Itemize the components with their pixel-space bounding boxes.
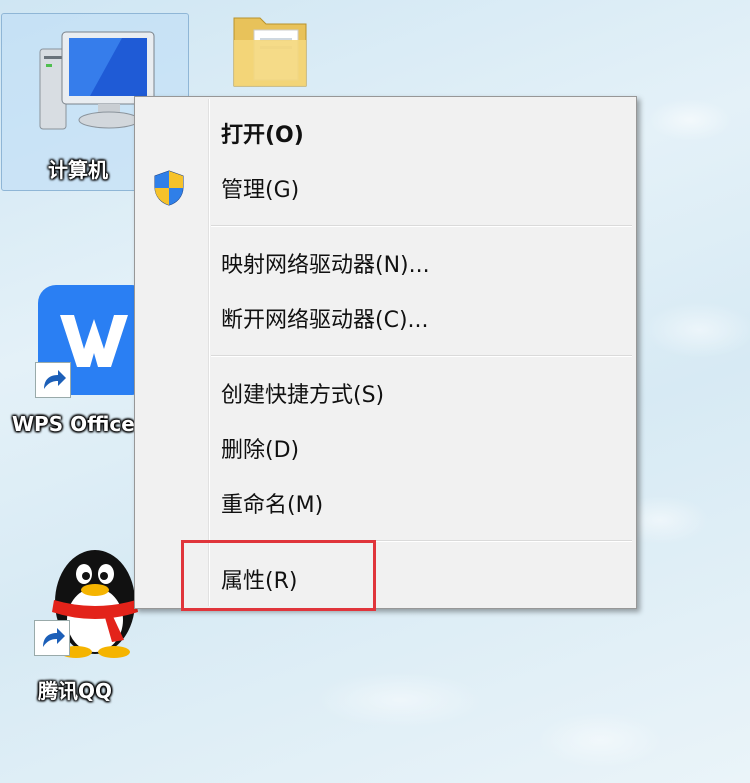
desktop-icon-label: WPS Office [12, 412, 135, 436]
menu-item-create-shortcut[interactable]: 创建快捷方式(S) [221, 377, 384, 409]
menu-item-disconnect-network-drive[interactable]: 断开网络驱动器(C)... [221, 302, 429, 334]
highlight-annotation-box [181, 540, 376, 611]
menu-item-map-network-drive[interactable]: 映射网络驱动器(N)... [221, 247, 430, 279]
menu-item-manage[interactable]: 管理(G) [221, 172, 299, 204]
menu-item-open[interactable]: 打开(O) [221, 117, 304, 149]
context-menu: 打开(O) 管理(G) 映射网络驱动器(N)... 断开网络驱动器(C)... … [134, 96, 637, 609]
menu-separator [211, 225, 632, 227]
desktop-icon-wps[interactable]: WPS Office [10, 285, 150, 445]
menu-item-rename[interactable]: 重命名(M) [221, 487, 323, 519]
folder-icon [233, 17, 307, 87]
shortcut-arrow-icon [34, 620, 70, 656]
shortcut-arrow-icon [35, 362, 71, 398]
menu-gutter-divider [208, 99, 210, 606]
desktop-icon-label: 腾讯QQ [38, 679, 113, 703]
menu-item-delete[interactable]: 删除(D) [221, 432, 299, 464]
menu-separator [211, 355, 632, 357]
desktop-icon-folder[interactable] [230, 10, 310, 90]
uac-shield-icon [154, 170, 184, 206]
